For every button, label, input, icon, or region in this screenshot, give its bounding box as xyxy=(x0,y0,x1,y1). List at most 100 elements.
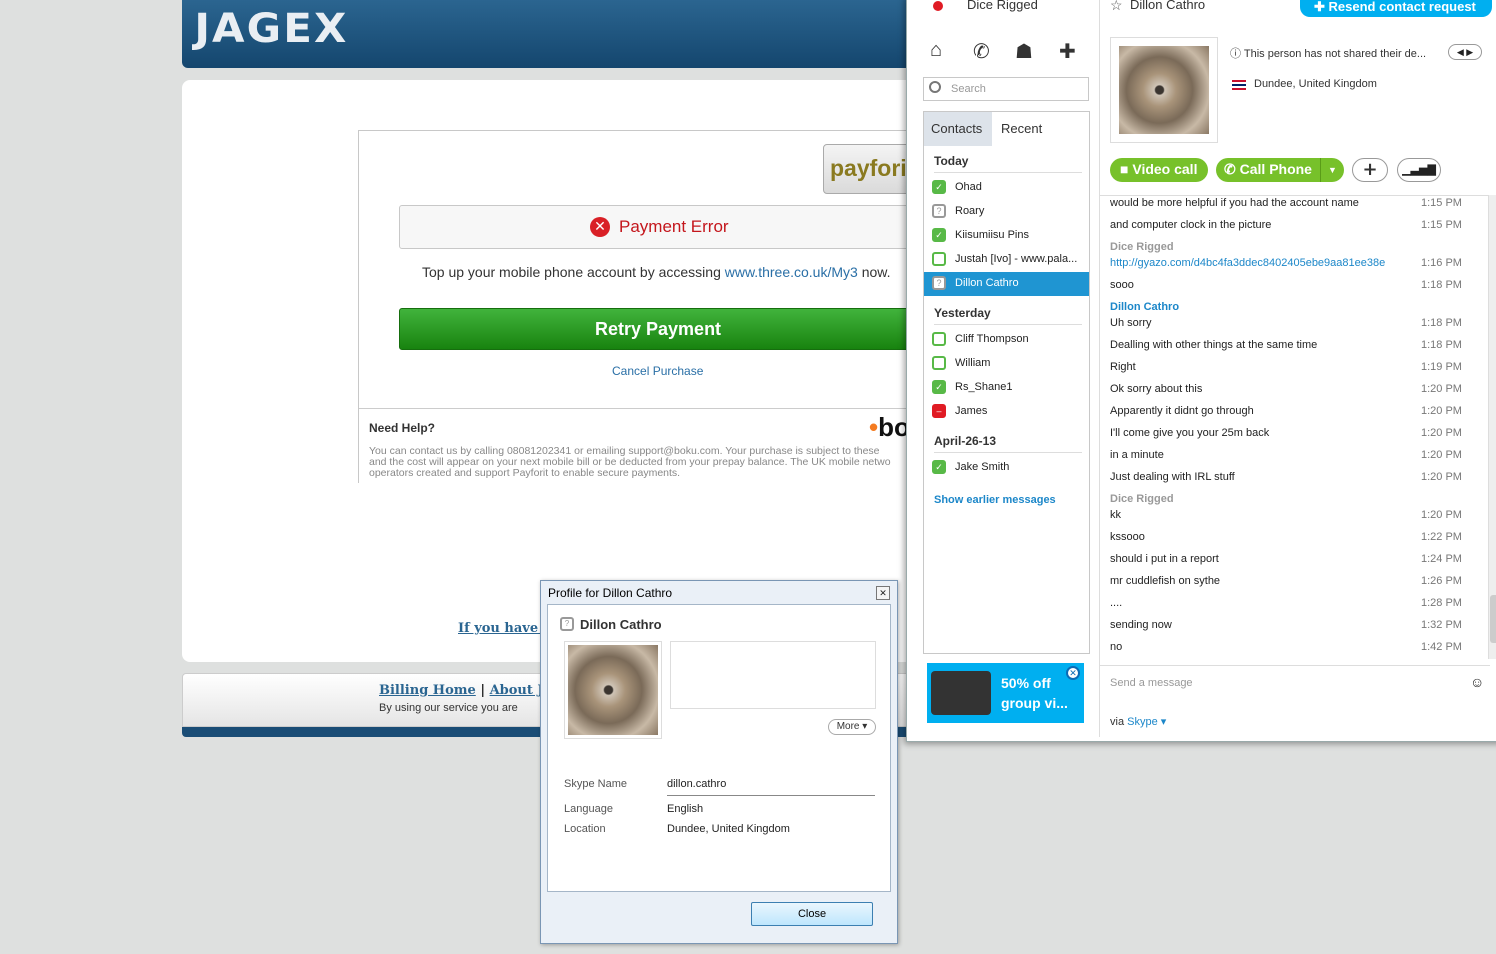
offline-status-icon xyxy=(932,332,946,346)
phone-icon: ✆ xyxy=(1224,161,1240,177)
message-text: I'll come give you your 25m back xyxy=(1110,427,1270,439)
contact-item[interactable]: – James xyxy=(924,400,1089,424)
add-button[interactable]: + xyxy=(1352,158,1388,182)
emoticon-icon[interactable]: ☺ xyxy=(1470,674,1484,690)
promo-line-1: 50% off xyxy=(1001,675,1051,691)
help-text: You can contact us by calling 0808120234… xyxy=(369,446,909,479)
unknown-status-icon: ? xyxy=(932,276,946,290)
message-text: sending now xyxy=(1110,619,1172,631)
promo-banner[interactable]: 50% off group vi... ✕ xyxy=(927,663,1084,723)
message-compose-field[interactable]: Send a message ☺ xyxy=(1100,665,1490,705)
mood-text: This person has not shared their de... xyxy=(1243,48,1427,60)
add-contact-icon[interactable]: ✚ xyxy=(1059,39,1076,64)
message-time: 1:24 PM xyxy=(1421,553,1462,565)
group-icon[interactable]: ☗ xyxy=(1015,39,1033,64)
topup-link[interactable]: www.three.co.uk/My3 xyxy=(725,264,858,280)
dialog-footer: Close xyxy=(547,893,891,937)
online-status-icon: ✓ xyxy=(932,380,946,394)
contact-item[interactable]: Cliff Thompson xyxy=(924,328,1089,352)
offline-status-icon xyxy=(932,356,946,370)
cancel-purchase-link[interactable]: Cancel Purchase xyxy=(612,364,703,378)
prev-next-arrows[interactable]: ◀ ▶ xyxy=(1448,44,1482,60)
home-icon[interactable]: ⌂ xyxy=(930,39,942,62)
contact-item-selected[interactable]: ? Dillon Cathro xyxy=(924,272,1089,296)
close-button[interactable]: Close xyxy=(751,902,873,926)
tab-contacts[interactable]: Contacts xyxy=(924,112,992,146)
contact-name: Jake Smith xyxy=(955,461,1010,473)
skype-sidebar: Dice Rigged ⌂ ✆ ☗ ✚ Search Contacts Rece… xyxy=(921,0,1091,737)
contact-item[interactable]: ✓ Rs_Shane1 xyxy=(924,376,1089,400)
message-text: should i put in a report xyxy=(1110,553,1219,565)
via-service-select[interactable]: Skype xyxy=(1127,716,1158,728)
topup-prefix: Top up your mobile phone account by acce… xyxy=(422,264,725,280)
message-time: 1:20 PM xyxy=(1421,383,1462,395)
video-call-button[interactable]: ■ Video call xyxy=(1110,158,1208,182)
message-sender: Dice Rigged xyxy=(1110,241,1174,253)
contact-item[interactable]: Justah [Ivo] - www.pala... xyxy=(924,248,1089,272)
jagex-logo[interactable]: JAGEX xyxy=(194,6,348,52)
help-line-3: operators created and support Payforit t… xyxy=(369,467,681,479)
profile-avatar-frame xyxy=(564,641,662,739)
call-phone-button[interactable]: ✆ Call Phone ▼ xyxy=(1216,158,1344,182)
unknown-status-icon: ? xyxy=(932,204,946,218)
error-icon: ✕ xyxy=(590,217,610,237)
contact-item[interactable]: William xyxy=(924,352,1089,376)
resend-contact-request-button[interactable]: ✚ Resend contact request xyxy=(1300,0,1492,17)
chevron-down-icon[interactable]: ▾ xyxy=(1158,716,1167,728)
search-box[interactable]: Search xyxy=(923,77,1089,101)
signal-strength-icon[interactable]: ▁▃▅▇ xyxy=(1397,158,1441,182)
message-time: 1:18 PM xyxy=(1421,279,1462,291)
close-icon[interactable]: ✕ xyxy=(876,586,890,600)
my-name[interactable]: Dice Rigged xyxy=(967,0,1038,12)
add-person-icon: ✚ xyxy=(1314,0,1329,14)
message-text: Dealling with other things at the same t… xyxy=(1110,339,1318,351)
message-text: Uh sorry xyxy=(1110,317,1152,329)
contact-location: Dundee, United Kingdom xyxy=(1254,78,1377,90)
boku-dot: • xyxy=(869,412,879,442)
skype-name-value: dillon.cathro xyxy=(667,778,727,790)
scrollbar-thumb[interactable] xyxy=(1490,595,1496,643)
show-earlier-messages-link[interactable]: Show earlier messages xyxy=(934,494,1056,506)
contact-item[interactable]: ✓ Jake Smith xyxy=(924,456,1089,480)
avatar[interactable] xyxy=(1119,46,1209,134)
tab-recent[interactable]: Recent xyxy=(1001,121,1042,136)
payforit-logo-text: payforit xyxy=(830,155,915,181)
contact-list-panel: Contacts Recent Today ✓ Ohad ? Roary ✓ Kiis… xyxy=(923,111,1090,654)
message-link[interactable]: http://gyazo.com/d4bc4fa3ddec8402405ebe9… xyxy=(1110,257,1385,269)
message-time: 1:22 PM xyxy=(1421,531,1462,543)
divider xyxy=(934,452,1082,453)
message-text: .... xyxy=(1110,597,1123,609)
more-button[interactable]: More ▾ xyxy=(828,719,876,735)
close-icon[interactable]: ✕ xyxy=(1066,666,1080,680)
phone-icon[interactable]: ✆ xyxy=(973,39,990,64)
message-time: 1:19 PM xyxy=(1421,361,1462,373)
contact-item[interactable]: ? Roary xyxy=(924,200,1089,224)
retry-payment-button[interactable]: Retry Payment xyxy=(399,308,919,350)
my-status-icon[interactable] xyxy=(933,1,943,11)
avatar xyxy=(568,645,658,735)
message-sender: Dillon Cathro xyxy=(1110,301,1180,313)
dnd-status-icon: – xyxy=(932,404,946,418)
divider xyxy=(934,172,1082,173)
billing-home-link[interactable]: Billing Home xyxy=(379,683,476,698)
message-time: 1:26 PM xyxy=(1421,575,1462,587)
footer-sep: | xyxy=(475,683,490,698)
chevron-down-icon[interactable]: ▼ xyxy=(1320,158,1344,182)
contact-item[interactable]: ✓ Ohad xyxy=(924,176,1089,200)
contact-item[interactable]: ✓ Kiisumiisu Pins xyxy=(924,224,1089,248)
message-sender: Dice Rigged xyxy=(1110,493,1174,505)
contact-name: Dillon Cathro xyxy=(955,277,1019,289)
contact-name: Roary xyxy=(955,205,985,217)
star-icon[interactable]: ☆ xyxy=(1110,0,1123,14)
if-you-have-link[interactable]: If you have a xyxy=(458,621,551,636)
video-call-label: Video call xyxy=(1132,161,1198,177)
webcam-icon xyxy=(931,671,991,715)
online-status-icon: ✓ xyxy=(932,180,946,194)
contact-name: Rs_Shane1 xyxy=(955,381,1013,393)
help-section: Need Help? •bo You can contact us by cal… xyxy=(359,408,919,484)
contact-name: Cliff Thompson xyxy=(955,333,1029,345)
profile-mood-box xyxy=(670,641,876,709)
contact-name: James xyxy=(955,405,988,417)
compose-placeholder: Send a message xyxy=(1110,677,1193,689)
message-scrollbar[interactable] xyxy=(1488,195,1496,659)
